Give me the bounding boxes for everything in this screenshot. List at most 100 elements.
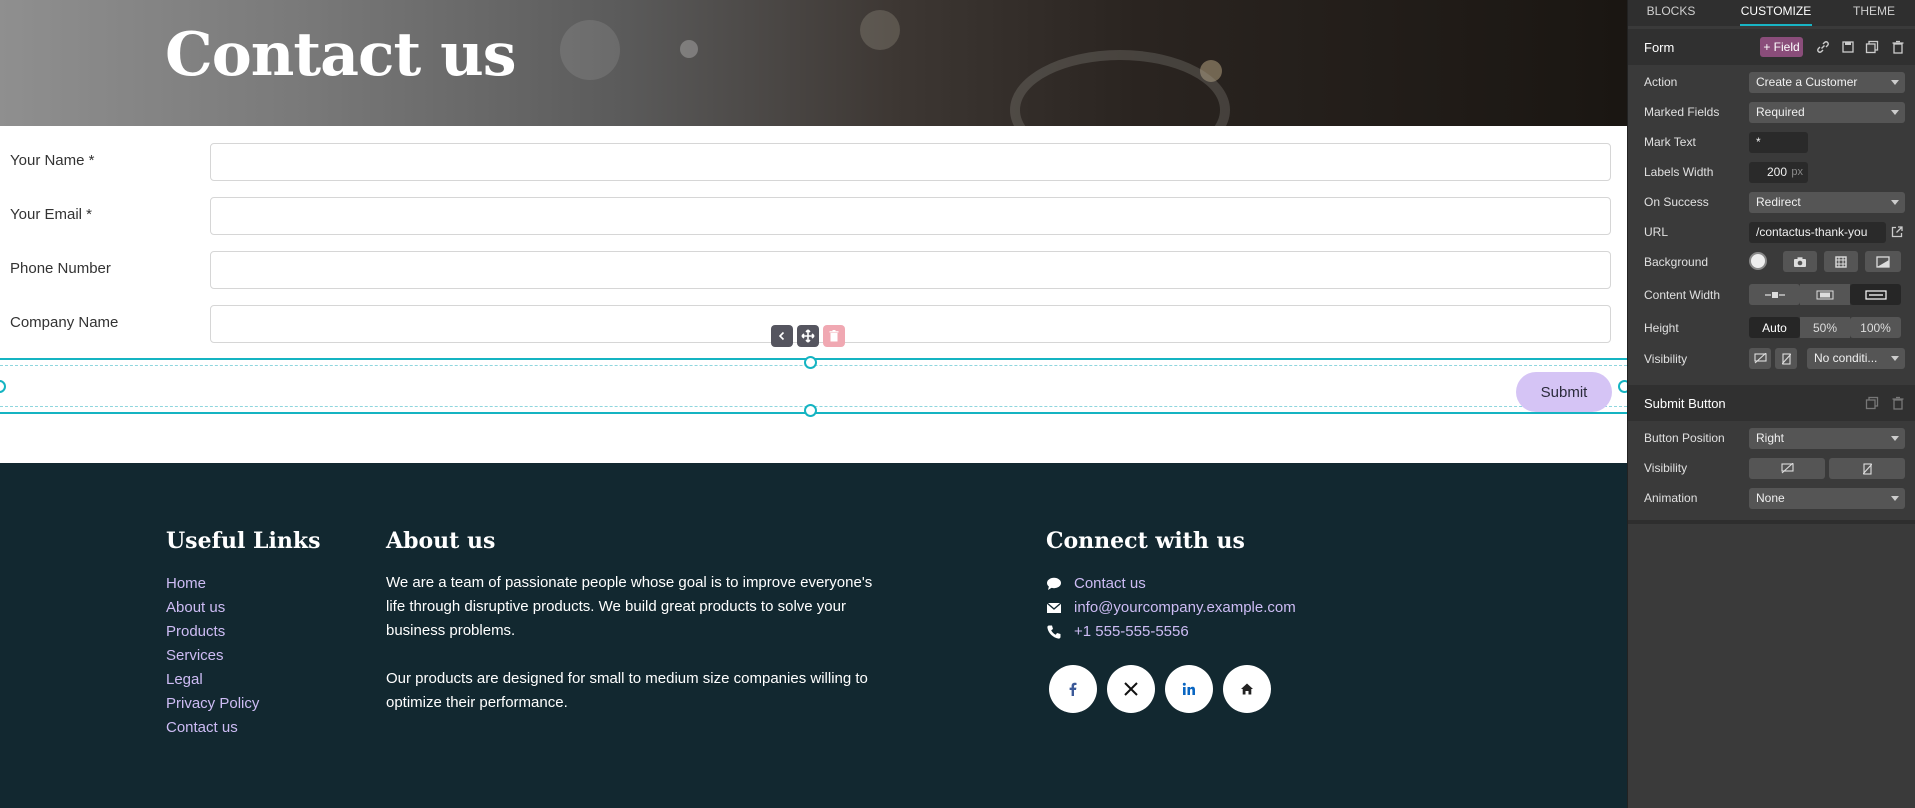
content-width-medium-button[interactable] (1800, 284, 1850, 305)
link-icon[interactable] (1815, 39, 1831, 55)
desktop-off-icon (1753, 353, 1767, 364)
about-text-line: We are a team of passionate people whose… (386, 574, 873, 591)
footer-link-products[interactable]: Products (166, 623, 225, 640)
tab-blocks[interactable]: BLOCKS (1638, 0, 1704, 26)
chevron-down-icon (1891, 356, 1899, 361)
editor-canvas: Contact us Your Name * Your Email * Phon… (0, 0, 1627, 808)
footer-link-home[interactable]: Home (166, 575, 206, 592)
animation-label: Animation (1644, 491, 1698, 505)
tab-customize[interactable]: CUSTOMIZE (1740, 0, 1812, 26)
on-success-label: On Success (1644, 195, 1709, 209)
submit-hide-desktop-button[interactable] (1749, 458, 1825, 479)
linkedin-icon[interactable] (1165, 665, 1213, 713)
move-icon[interactable] (797, 325, 819, 347)
phone-input[interactable] (210, 251, 1611, 289)
shape-icon (1876, 255, 1890, 268)
background-image-button[interactable] (1783, 251, 1817, 272)
footer-link-services[interactable]: Services (166, 647, 224, 664)
add-field-button[interactable]: + Field (1760, 37, 1803, 57)
email-input[interactable] (210, 197, 1611, 235)
page-title[interactable]: Contact us (165, 20, 517, 90)
resize-handle-bottom[interactable] (804, 404, 817, 417)
width-full-icon (1864, 289, 1887, 300)
panel-empty-area (1628, 524, 1915, 808)
footer: Useful Links Home About us Products Serv… (0, 463, 1627, 808)
form-row-email: Your Email * (0, 197, 1627, 251)
submit-section-header: Submit Button (1628, 385, 1915, 421)
trash-icon[interactable] (1890, 395, 1906, 411)
resize-handle-top[interactable] (804, 356, 817, 369)
action-select[interactable]: Create a Customer (1749, 72, 1905, 93)
customize-panel: BLOCKS CUSTOMIZE THEME Form + Field Acti… (1627, 0, 1915, 808)
external-link-icon[interactable] (1890, 225, 1906, 241)
useful-links-title: Useful Links (166, 528, 321, 554)
marked-fields-label: Marked Fields (1644, 105, 1720, 119)
connect-phone-link[interactable]: +1 555-555-5556 (1074, 623, 1189, 640)
url-input[interactable]: /contactus-thank-you (1749, 222, 1886, 243)
form-row-phone: Phone Number (0, 251, 1627, 305)
hide-desktop-button[interactable] (1749, 348, 1771, 369)
width-small-icon (1764, 291, 1785, 298)
footer-link-legal[interactable]: Legal (166, 671, 203, 688)
chat-icon (1046, 576, 1062, 592)
footer-link-privacy[interactable]: Privacy Policy (166, 695, 259, 712)
background-color-swatch[interactable] (1749, 252, 1767, 270)
name-input[interactable] (210, 143, 1611, 181)
action-label: Action (1644, 75, 1678, 89)
chevron-down-icon (1891, 110, 1899, 115)
background-label: Background (1644, 255, 1709, 269)
company-input[interactable] (210, 305, 1611, 343)
duplicate-icon[interactable] (1864, 39, 1880, 55)
home-icon[interactable] (1223, 665, 1271, 713)
button-position-select[interactable]: Right (1749, 428, 1905, 449)
chevron-left-icon[interactable] (771, 325, 793, 347)
hero-bowl (1010, 50, 1230, 126)
height-50-button[interactable]: 50% (1800, 317, 1850, 338)
trash-icon[interactable] (1890, 39, 1906, 55)
labels-width-input[interactable]: 200 px (1749, 162, 1808, 183)
submit-visibility-label: Visibility (1644, 461, 1688, 475)
chevron-down-icon (1891, 436, 1899, 441)
chevron-down-icon (1891, 200, 1899, 205)
button-position-label: Button Position (1644, 431, 1725, 445)
hide-mobile-button[interactable] (1775, 348, 1797, 369)
connect-email-link[interactable]: info@yourcompany.example.com (1074, 599, 1296, 616)
mark-text-input[interactable]: * (1749, 132, 1808, 153)
duplicate-icon[interactable] (1864, 395, 1880, 411)
on-success-select[interactable]: Redirect (1749, 192, 1905, 213)
resize-handle-right[interactable] (1618, 380, 1627, 393)
background-shape-button[interactable] (1865, 251, 1901, 272)
hero-banner[interactable]: Contact us (0, 0, 1627, 126)
chevron-down-icon (1891, 496, 1899, 501)
background-video-button[interactable] (1824, 251, 1858, 272)
hero-bokeh (860, 10, 900, 50)
x-twitter-icon[interactable] (1107, 665, 1155, 713)
trash-icon[interactable] (823, 325, 845, 347)
content-width-small-button[interactable] (1749, 284, 1800, 305)
footer-link-about[interactable]: About us (166, 599, 225, 616)
labels-width-label: Labels Width (1644, 165, 1714, 179)
marked-fields-select[interactable]: Required (1749, 102, 1905, 123)
button-position-value: Right (1756, 431, 1785, 445)
tab-theme[interactable]: THEME (1844, 0, 1904, 26)
visibility-condition-select[interactable]: No conditi... (1807, 348, 1905, 369)
save-icon[interactable] (1840, 39, 1856, 55)
envelope-icon (1046, 600, 1062, 616)
submit-button[interactable]: Submit (1516, 372, 1612, 412)
content-width-full-button[interactable] (1850, 284, 1901, 305)
animation-select[interactable]: None (1749, 488, 1905, 509)
height-100-button[interactable]: 100% (1850, 317, 1901, 338)
submit-hide-mobile-button[interactable] (1829, 458, 1905, 479)
mobile-off-icon (1781, 352, 1791, 365)
desktop-off-icon (1780, 463, 1794, 474)
block-toolbar (771, 325, 845, 347)
height-auto-button[interactable]: Auto (1749, 317, 1800, 338)
submit-row-inner: Submit (0, 365, 1627, 412)
url-label: URL (1644, 225, 1669, 239)
connect-contact-link[interactable]: Contact us (1074, 575, 1146, 592)
panel-tabs: BLOCKS CUSTOMIZE THEME (1628, 0, 1915, 26)
footer-link-contact[interactable]: Contact us (166, 719, 238, 736)
facebook-icon[interactable] (1049, 665, 1097, 713)
form-section-header: Form + Field (1628, 29, 1915, 65)
film-icon (1835, 255, 1847, 268)
